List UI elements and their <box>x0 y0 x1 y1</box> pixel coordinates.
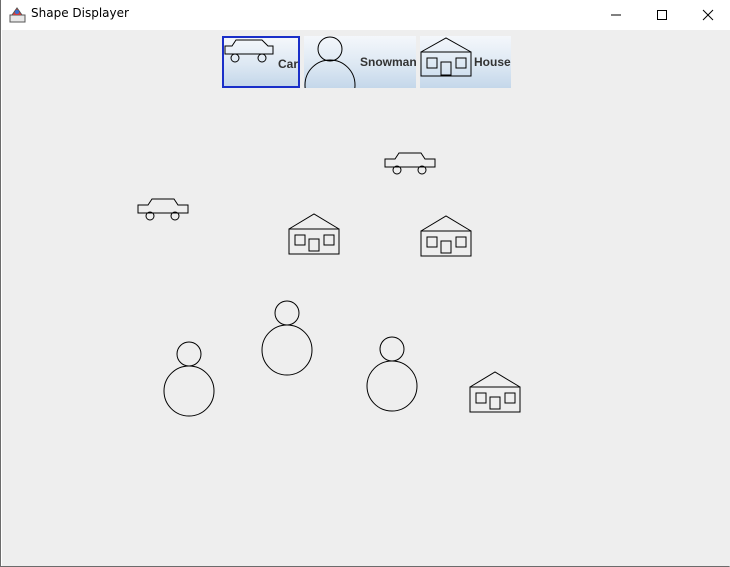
drawing-canvas[interactable] <box>2 90 730 566</box>
snowman-shape <box>366 336 418 412</box>
maximize-icon <box>657 10 667 20</box>
snowman-shape <box>163 341 215 417</box>
java-app-icon <box>9 6 26 23</box>
house-shape <box>420 215 472 257</box>
close-button[interactable] <box>685 0 730 30</box>
content-pane: Car Snowman House <box>2 30 730 566</box>
snowman-button-label: Snowman <box>360 55 416 69</box>
car-button-label: Car <box>278 57 299 71</box>
app-window: Shape Displayer Car Snowman House <box>0 0 730 567</box>
house-button-label: House <box>474 55 511 69</box>
house-button[interactable]: House <box>420 36 511 88</box>
car-shape <box>384 152 436 175</box>
house-shape <box>288 213 340 255</box>
minimize-button[interactable] <box>593 0 639 30</box>
title-bar[interactable]: Shape Displayer <box>1 0 730 30</box>
car-shape <box>137 198 189 221</box>
maximize-button[interactable] <box>639 0 685 30</box>
car-button[interactable]: Car <box>222 36 300 88</box>
house-shape <box>469 371 521 413</box>
minimize-icon <box>611 14 621 16</box>
snowman-shape <box>261 300 313 376</box>
snowman-button[interactable]: Snowman <box>304 36 416 88</box>
window-title: Shape Displayer <box>31 6 129 20</box>
close-icon <box>702 9 714 21</box>
